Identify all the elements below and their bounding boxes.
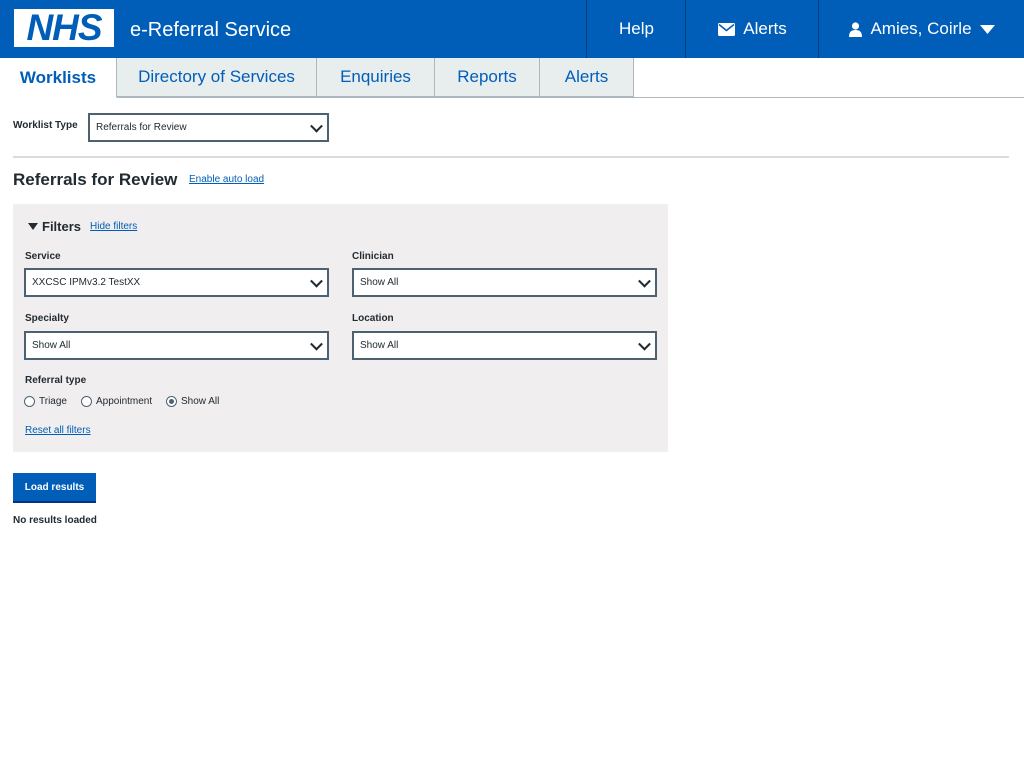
filters-panel xyxy=(13,204,668,452)
specialty-value: Show All xyxy=(32,340,71,351)
chevron-down-icon xyxy=(638,337,651,351)
help-label: Help xyxy=(619,19,654,38)
user-icon xyxy=(849,21,863,37)
help-link[interactable]: Help xyxy=(586,0,686,58)
filters-toggle[interactable]: Filters xyxy=(28,219,81,234)
page-title: Referrals for Review xyxy=(13,170,178,189)
user-name: Amies, Coirle xyxy=(870,19,972,38)
filters-heading: Filters xyxy=(42,219,82,234)
radio-triage[interactable]: Triage xyxy=(24,396,67,407)
caret-down-icon xyxy=(979,24,995,34)
radio-circle[interactable] xyxy=(166,396,177,407)
service-label: Service xyxy=(25,251,61,262)
chevron-down-icon xyxy=(310,274,323,288)
tab-alerts[interactable]: Alerts xyxy=(540,58,634,97)
referral-type-label: Referral type xyxy=(25,375,87,386)
chevron-down-icon xyxy=(638,274,651,288)
specialty-select[interactable]: Show All xyxy=(24,331,329,360)
location-value: Show All xyxy=(360,340,399,351)
header-alerts-label: Alerts xyxy=(743,19,787,38)
service-select[interactable]: XXCSC IPMv3.2 TestXX xyxy=(24,268,329,297)
radio-circle[interactable] xyxy=(81,396,92,407)
location-label: Location xyxy=(352,313,394,324)
tab-reports[interactable]: Reports xyxy=(435,58,540,97)
tab-enquiries[interactable]: Enquiries xyxy=(317,58,435,97)
clinician-value: Show All xyxy=(360,277,399,288)
tab-directory-of-services[interactable]: Directory of Services xyxy=(117,58,317,97)
hide-filters-link[interactable]: Hide filters xyxy=(90,221,137,232)
radio-circle[interactable] xyxy=(24,396,35,407)
nhs-logo[interactable]: NHS xyxy=(14,9,114,47)
service-name: e-Referral Service xyxy=(130,19,292,41)
clinician-select[interactable]: Show All xyxy=(352,268,657,297)
worklist-type-value: Referrals for Review xyxy=(96,122,187,133)
nhs-logo-text: NHS xyxy=(26,7,102,48)
header-alerts-link[interactable]: Alerts xyxy=(685,0,819,58)
chevron-down-icon xyxy=(310,119,323,133)
worklist-type-label: Worklist Type xyxy=(13,120,78,131)
divider xyxy=(13,156,1009,158)
reset-all-filters-link[interactable]: Reset all filters xyxy=(25,425,91,436)
worklist-type-select[interactable]: Referrals for Review xyxy=(88,113,329,142)
tab-worklists[interactable]: Worklists xyxy=(0,58,117,98)
load-results-button[interactable]: Load results xyxy=(13,473,96,501)
clinician-label: Clinician xyxy=(352,251,394,262)
no-results-status: No results loaded xyxy=(13,515,97,526)
radio-appointment[interactable]: Appointment xyxy=(81,396,152,407)
tab-underline xyxy=(0,97,1024,98)
specialty-label: Specialty xyxy=(25,313,69,324)
service-value: XXCSC IPMv3.2 TestXX xyxy=(32,277,141,288)
enable-auto-load-link[interactable]: Enable auto load xyxy=(189,174,264,185)
app-header: NHS e-Referral Service Help Alerts Amies… xyxy=(0,0,1024,58)
chevron-down-icon xyxy=(310,337,323,351)
radio-label: Show All xyxy=(181,396,220,407)
envelope-icon xyxy=(718,22,736,36)
user-menu[interactable]: Amies, Coirle xyxy=(818,0,1024,58)
radio-show-all[interactable]: Show All xyxy=(166,396,219,407)
radio-label: Triage xyxy=(39,396,67,407)
triangle-down-icon xyxy=(28,223,38,230)
location-select[interactable]: Show All xyxy=(352,331,657,360)
radio-label: Appointment xyxy=(96,396,153,407)
